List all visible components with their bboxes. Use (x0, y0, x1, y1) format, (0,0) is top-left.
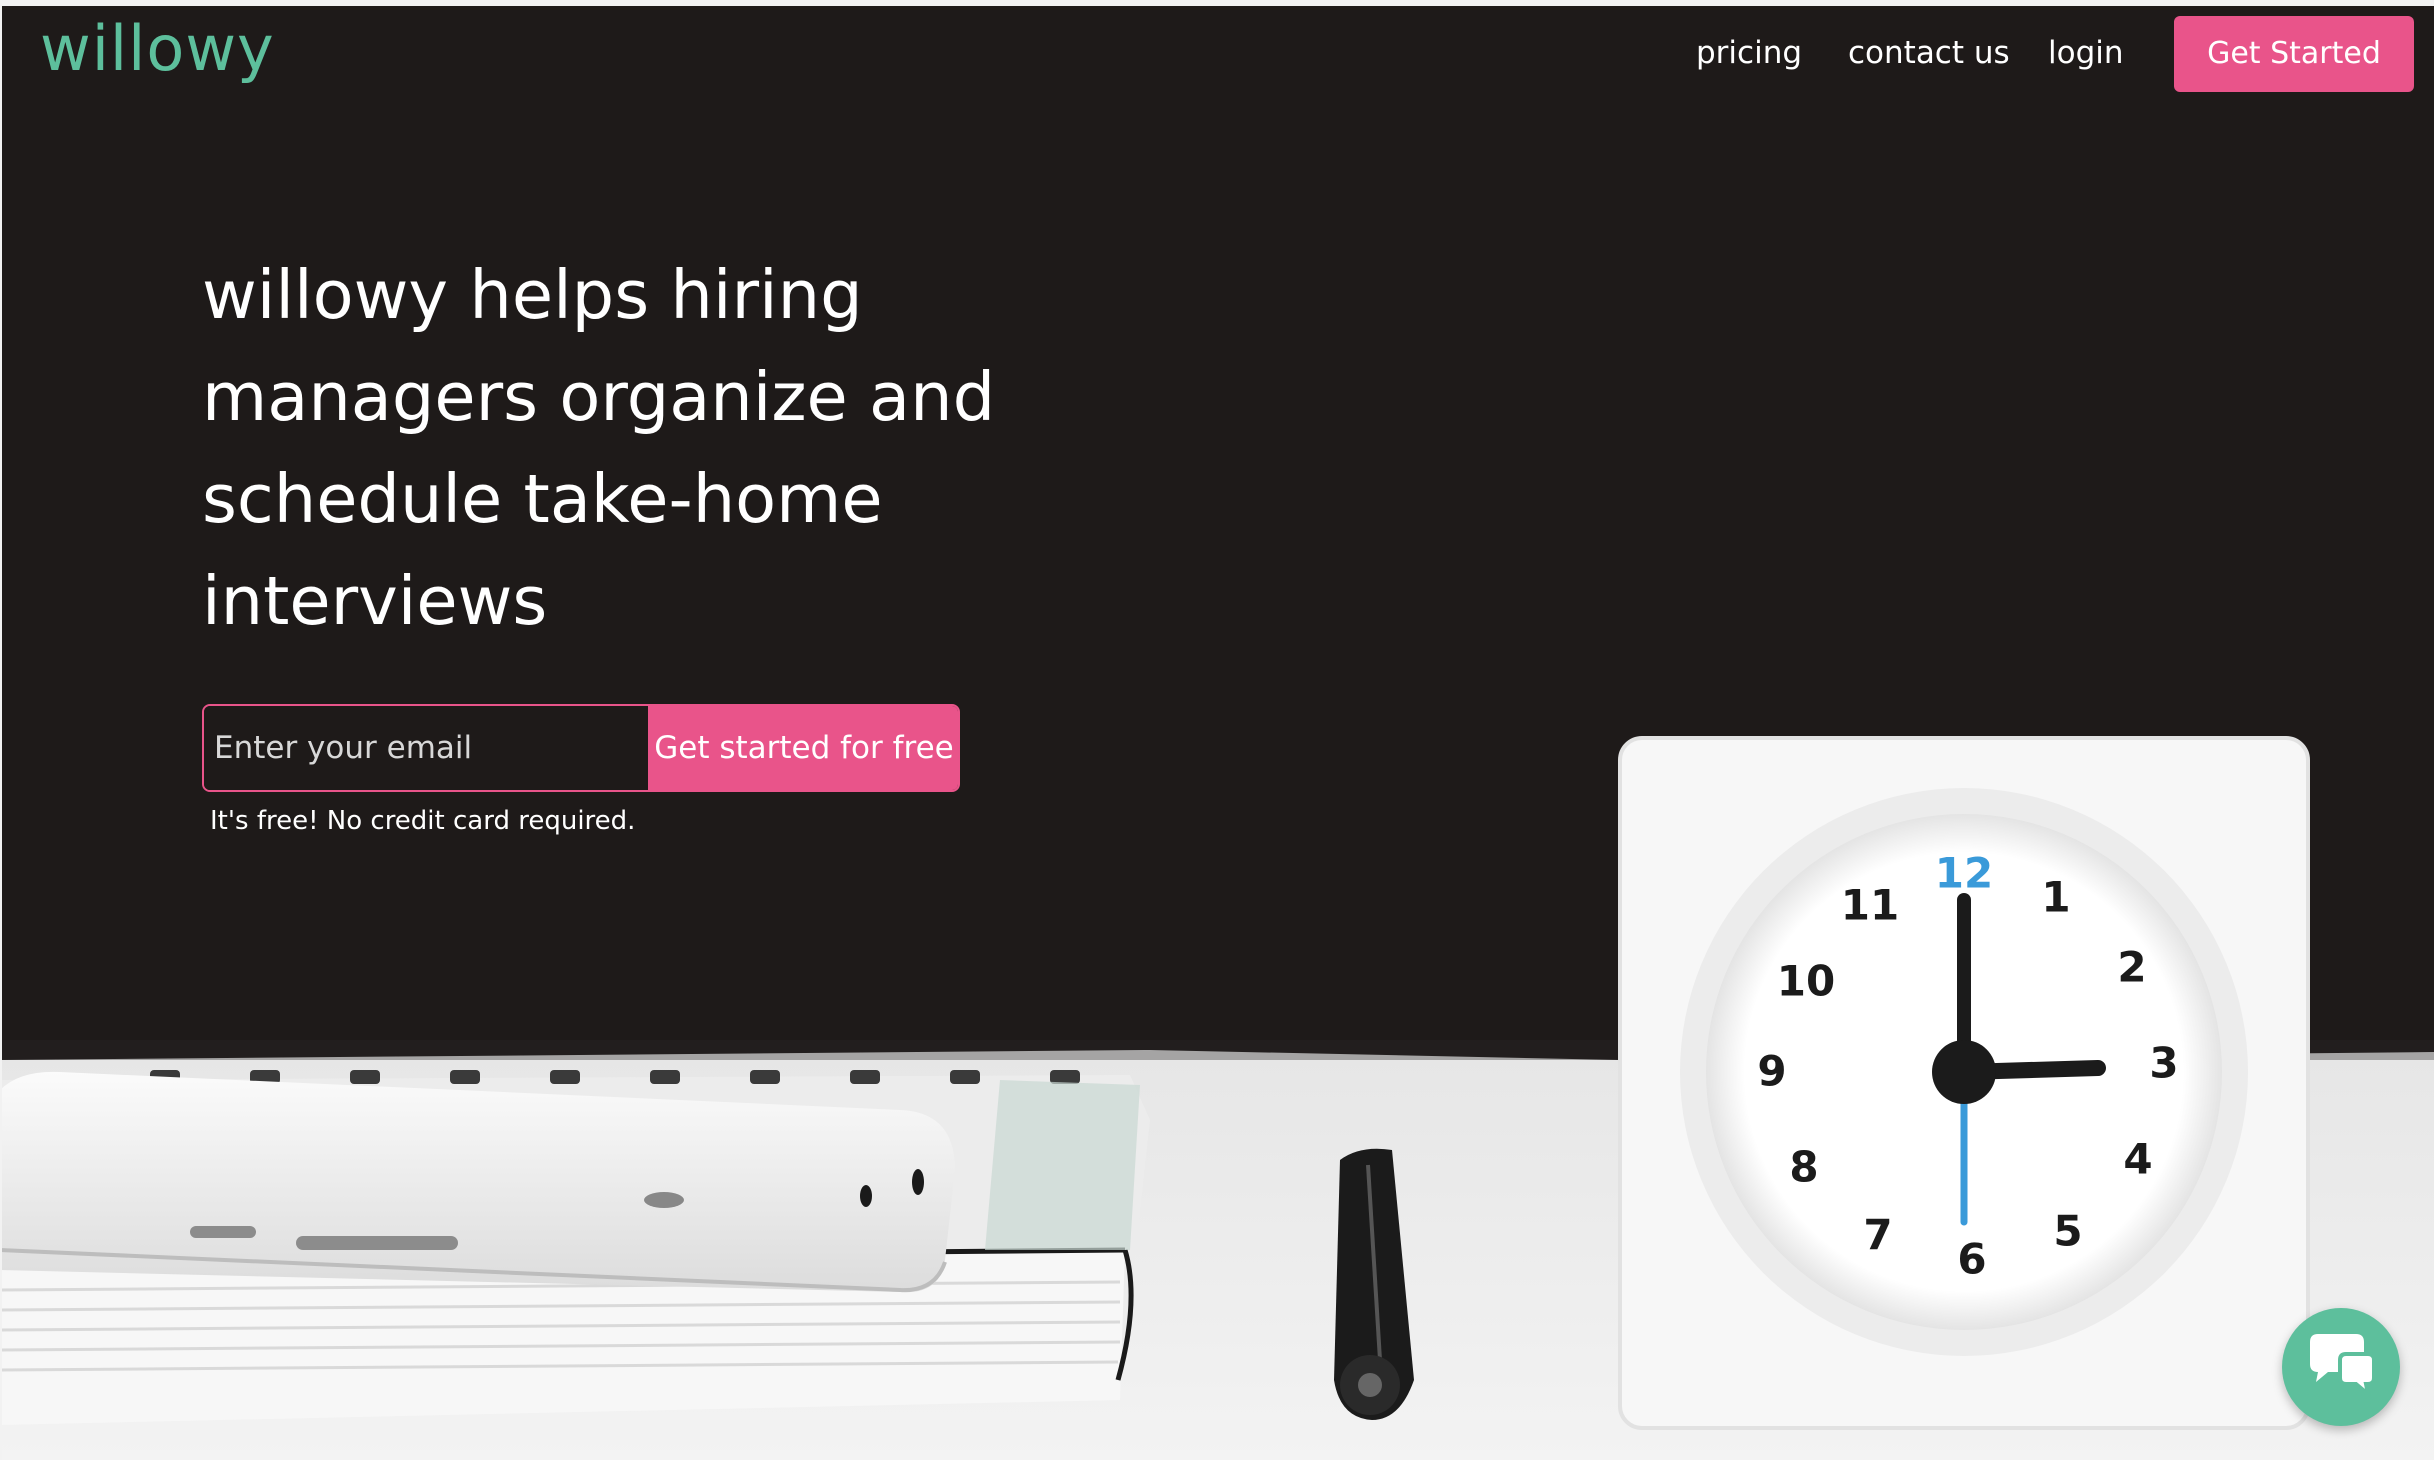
nav-link-login[interactable]: login (2048, 30, 2124, 76)
clock-numeral: 9 (1757, 1047, 1786, 1096)
willowy-logo[interactable]: willowy (40, 12, 275, 85)
email-input[interactable] (204, 706, 648, 790)
clock-numeral: 2 (2117, 943, 2146, 992)
clock-numeral: 6 (1957, 1235, 1986, 1284)
nav-link-pricing[interactable]: pricing (1696, 30, 1802, 76)
clock-numeral: 1 (2041, 873, 2070, 922)
window-left-border (0, 0, 2, 1460)
clock-numeral: 12 (1935, 849, 1993, 898)
clock-numeral: 5 (2053, 1207, 2082, 1256)
clock-numeral: 10 (1777, 957, 1835, 1006)
chat-bubbles-icon (2310, 1334, 2376, 1400)
landing-page: 12 1 2 3 4 5 6 7 8 9 10 11 willowy prici… (0, 0, 2434, 1460)
clock-numeral: 8 (1789, 1143, 1818, 1192)
clock-numeral: 4 (2123, 1135, 2152, 1184)
email-signup-form: Get started for free (202, 704, 960, 792)
clock-illustration: 12 1 2 3 4 5 6 7 8 9 10 11 (1618, 736, 2310, 1430)
clock-numeral: 3 (2149, 1039, 2178, 1088)
get-started-button[interactable]: Get Started (2174, 16, 2414, 92)
window-top-border (0, 0, 2434, 6)
nav-link-contact-us[interactable]: contact us (1848, 30, 2010, 76)
hero-headline: willowy helps hiring managers organize a… (202, 256, 996, 640)
clock-numeral: 7 (1863, 1211, 1892, 1260)
clock-numeral: 11 (1841, 881, 1899, 930)
chat-widget-button[interactable] (2282, 1308, 2400, 1426)
free-note: It's free! No credit card required. (210, 806, 636, 836)
get-started-free-button[interactable]: Get started for free (648, 706, 958, 790)
